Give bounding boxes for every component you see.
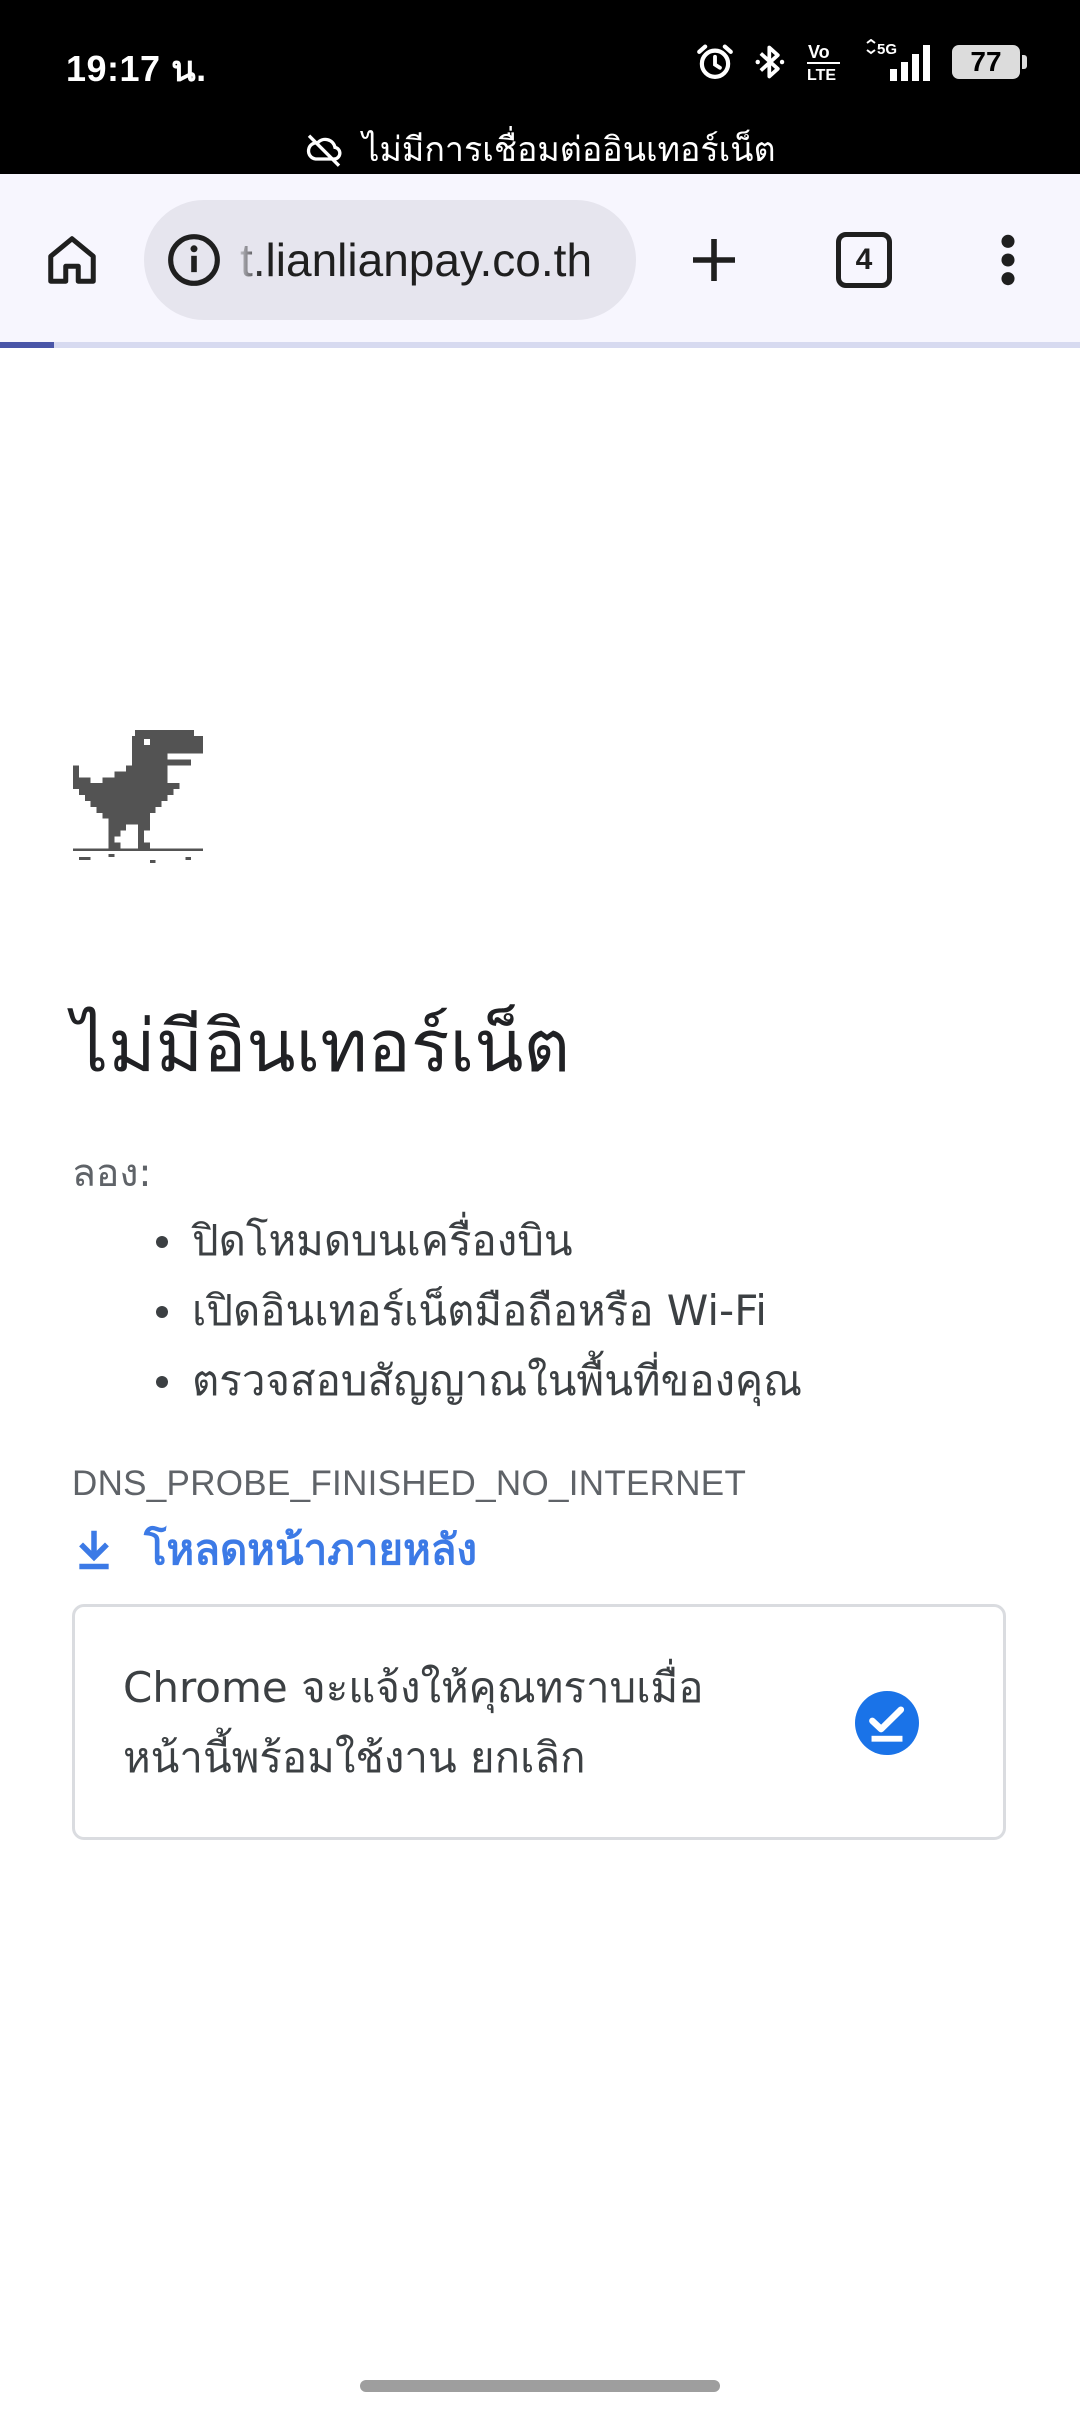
notify-card: Chrome จะแจ้งให้คุณทราบเมื่อ หน้านี้พร้อ… [72, 1604, 1006, 1840]
download-later-button[interactable]: โหลดหน้าภายหลัง [72, 1518, 477, 1582]
bluetooth-icon [755, 45, 785, 79]
menu-button[interactable] [960, 212, 1056, 308]
gesture-navigation-bar[interactable] [360, 2380, 720, 2392]
more-vert-icon [1001, 234, 1015, 286]
download-later-label[interactable]: โหลดหน้าภายหลัง [144, 1517, 477, 1583]
status-icons: Vo LTE 5G 77 [694, 36, 1027, 88]
notify-cancel-link[interactable]: ยกเลิก [470, 1733, 586, 1782]
new-tab-button[interactable] [666, 212, 762, 308]
alarm-icon [697, 44, 733, 79]
url-bar[interactable]: t.lianlianpay.co.th [144, 200, 636, 320]
offline-banner-text: ไม่มีการเชื่อมต่ออินเทอร์เน็ต [362, 130, 776, 170]
status-bar: 19:17 น. Vo LTE 5G 77 [0, 0, 1080, 124]
svg-text:Vo: Vo [808, 42, 830, 62]
tab-switcher-button[interactable]: 4 [816, 212, 912, 308]
tab-count: 4 [855, 243, 873, 276]
notify-line-1: Chrome จะแจ้งให้คุณทราบเมื่อ [123, 1663, 704, 1712]
cloud-off-icon [307, 134, 342, 167]
home-button[interactable] [24, 212, 120, 308]
check-circle-icon[interactable] [855, 1691, 919, 1755]
svg-text:LTE: LTE [807, 67, 836, 84]
battery-icon: 77 [952, 45, 1027, 79]
tab-switcher-icon: 4 [836, 232, 892, 288]
try-label: ลอง: [72, 1151, 152, 1196]
plus-icon [693, 239, 735, 281]
url-text[interactable]: t.lianlianpay.co.th [240, 233, 592, 287]
dino-icon [72, 730, 204, 864]
suggestion-list: ปิดโหมดบนเครื่องบิน เปิดอินเทอร์เน็ตมือถ… [150, 1206, 802, 1416]
notify-line-2: หน้านี้พร้อมใช้งาน [123, 1733, 457, 1782]
network-label: 5G [877, 41, 897, 58]
page-load-progress [0, 342, 1080, 348]
mobile-signal-icon: 5G [866, 39, 930, 81]
battery-level: 77 [970, 46, 1002, 77]
error-code: DNS_PROBE_FINISHED_NO_INTERNET [72, 1464, 747, 1503]
notify-text: Chrome จะแจ้งให้คุณทราบเมื่อ หน้านี้พร้อ… [123, 1653, 803, 1793]
volte-icon: Vo LTE [807, 42, 840, 84]
download-icon [79, 1530, 109, 1570]
browser-toolbar: t.lianlianpay.co.th 4 [0, 174, 1080, 344]
info-icon[interactable] [166, 232, 222, 288]
suggestion-airplane-mode: ปิดโหมดบนเครื่องบิน [150, 1206, 802, 1276]
status-time: 19:17 น. [66, 48, 207, 89]
home-icon [48, 236, 96, 284]
suggestion-mobile-data-wifi: เปิดอินเทอร์เน็ตมือถือหรือ Wi-Fi [150, 1276, 802, 1346]
page-load-progress-fill [0, 342, 54, 348]
offline-banner: ไม่มีการเชื่อมต่ออินเทอร์เน็ต [0, 124, 1080, 174]
error-heading: ไม่มีอินเทอร์เน็ต [72, 1004, 571, 1088]
suggestion-check-signal: ตรวจสอบสัญญาณในพื้นที่ของคุณ [150, 1346, 802, 1416]
